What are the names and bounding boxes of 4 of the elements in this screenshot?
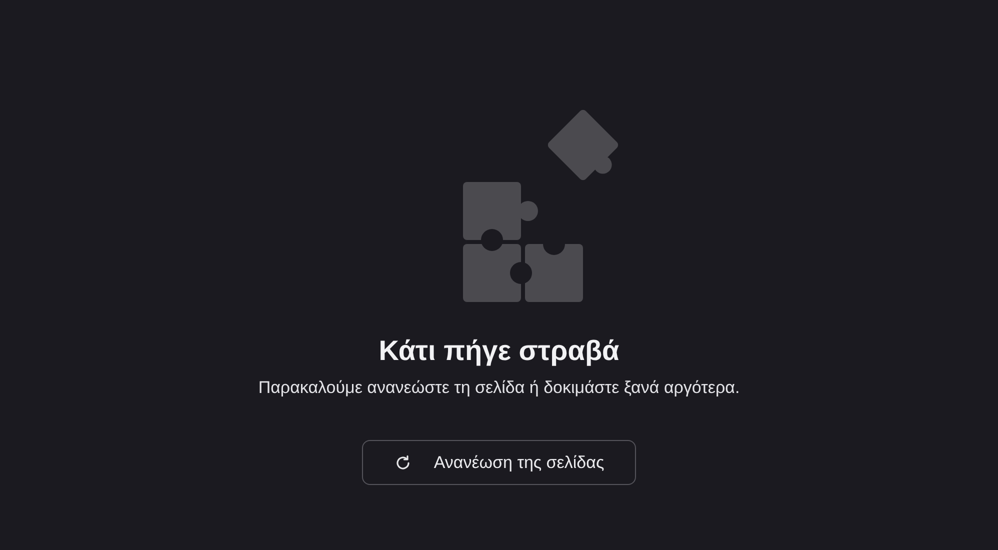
error-title: Κάτι πήγε στραβά xyxy=(378,334,620,368)
refresh-button[interactable]: Ανανέωση της σελίδας xyxy=(362,440,636,485)
error-message: Παρακαλούμε ανανεώστε τη σελίδα ή δοκιμάστε ξανά αργότερα. xyxy=(258,377,740,399)
refresh-icon xyxy=(394,454,412,472)
